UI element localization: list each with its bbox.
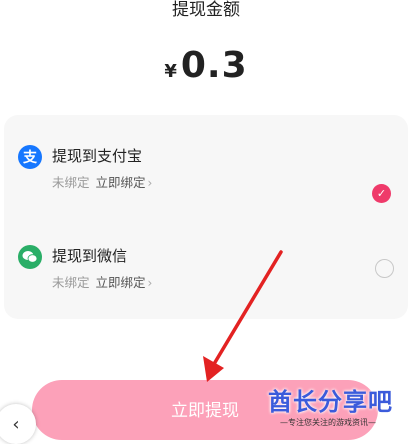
alipay-icon: 支 [18,145,42,169]
chevron-right-icon: › [147,176,153,190]
option-alipay-bind-row: 未绑定 立即绑定 › [52,174,152,192]
radio-selected-checkmark[interactable]: ✓ [372,184,391,203]
chevron-left-icon: ‹ [12,413,20,435]
bind-status: 未绑定 [52,175,90,190]
option-wechat-label: 提现到微信 [52,247,128,265]
bind-now-link[interactable]: 立即绑定 [96,175,146,190]
wechat-icon [18,245,42,269]
chevron-right-icon: › [147,276,153,290]
option-wechat[interactable]: 提现到微信 未绑定 立即绑定 › [4,240,408,300]
watermark-brand: 酋长分享吧 [268,388,393,416]
option-alipay[interactable]: 支 提现到支付宝 未绑定 立即绑定 › ✓ [4,140,408,203]
option-wechat-bind-row: 未绑定 立即绑定 › [52,274,152,292]
page-title: 提现金额 [172,0,240,20]
back-button[interactable]: ‹ [0,404,36,444]
watermark-slogan: —专注您关注的游戏资讯— [280,418,376,427]
bind-now-link[interactable]: 立即绑定 [96,275,146,290]
option-alipay-label: 提现到支付宝 [52,147,143,165]
radio-unselected[interactable] [375,259,394,278]
watermark: 酋长分享吧 —专注您关注的游戏资讯— [268,388,408,434]
currency-symbol: ¥ [164,61,177,82]
amount-display: ¥0.3 [0,44,412,94]
payout-method-card: 支 提现到支付宝 未绑定 立即绑定 › ✓ 提现到微信 未绑定 立即绑定 › [4,115,408,319]
bind-status: 未绑定 [52,275,90,290]
amount-value: 0.3 [180,45,248,86]
